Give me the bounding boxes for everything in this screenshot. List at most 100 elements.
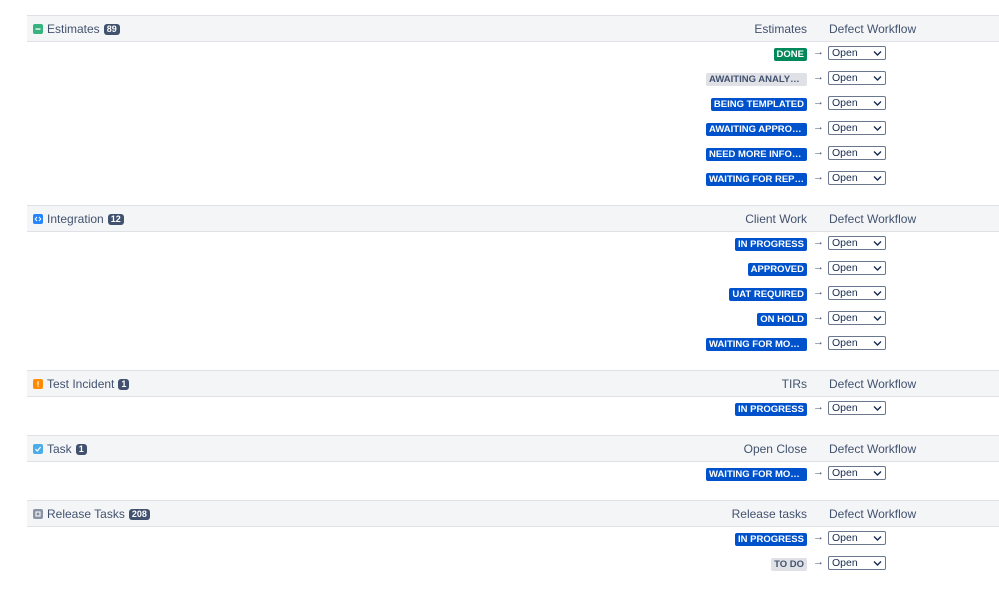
arrow-right-icon: → [813,71,824,83]
arrow-right-icon: → [813,401,824,413]
source-status-lozenge: WAITING FOR MORE C... [706,337,807,351]
target-status-select[interactable]: Open [828,261,886,275]
status-mapping-rows: IN PROGRESS → Open [27,397,999,422]
target-status-value: Open [832,97,858,109]
target-status-select[interactable]: Open [828,466,886,480]
source-status-lozenge: AWAITING ANALYSIS [706,72,807,86]
target-status-select[interactable]: Open [828,401,886,415]
issue-type-name: Estimates [47,22,100,36]
source-status-lozenge: IN PROGRESS [735,532,807,546]
issue-type-group: Test Incident 1 TIRs Defect Workflow IN … [27,370,999,435]
target-status-value: Open [832,467,858,479]
arrow-right-icon: → [813,531,824,543]
group-header: Estimates 89 Estimates Defect Workflow [27,15,999,42]
target-status-value: Open [832,532,858,544]
source-workflow-label: Client Work [745,212,807,226]
source-status-lozenge: APPROVED [747,262,807,276]
target-status-value: Open [832,237,858,249]
source-workflow-label: Open Close [743,442,807,456]
target-status-value: Open [832,402,858,414]
arrow-right-icon: → [813,556,824,568]
status-mapping-row: TO DO → Open [27,552,999,577]
issue-type-group: Task 1 Open Close Defect Workflow WAITIN… [27,435,999,500]
arrow-right-icon: → [813,171,824,183]
status-mapping-row: IN PROGRESS → Open [27,232,999,257]
subtract-square-icon [33,24,43,34]
target-status-value: Open [832,47,858,59]
issue-type-name: Test Incident [47,377,115,391]
issue-type-name: Integration [47,212,104,226]
target-status-value: Open [832,122,858,134]
arrow-right-icon: → [813,146,824,158]
target-status-select[interactable]: Open [828,171,886,185]
target-status-select[interactable]: Open [828,96,886,110]
source-status-lozenge: NEED MORE INFORM... [706,147,807,161]
target-status-select[interactable]: Open [828,556,886,570]
source-status-lozenge: UAT REQUIRED [729,287,807,301]
status-mapping-row: IN PROGRESS → Open [27,527,999,552]
target-status-value: Open [832,72,858,84]
target-status-value: Open [832,172,858,184]
target-status-select[interactable]: Open [828,46,886,60]
status-mapping-row: ON HOLD → Open [27,307,999,332]
issue-count-badge: 1 [118,378,130,390]
arrow-right-icon: → [813,46,824,58]
arrow-right-icon: → [813,336,824,348]
target-workflow-label: Defect Workflow [829,507,917,521]
arrow-right-icon: → [813,286,824,298]
issue-type-name: Release Tasks [47,507,125,521]
issue-type-group: Release Tasks 208 Release tasks Defect W… [27,500,999,590]
target-workflow-label: Defect Workflow [829,442,917,456]
status-mapping-rows: IN PROGRESS → Open APPROVED → Open UAT R… [27,232,999,357]
target-status-value: Open [832,287,858,299]
target-status-value: Open [832,557,858,569]
target-status-select[interactable]: Open [828,531,886,545]
issue-count-badge: 89 [103,23,120,35]
target-workflow-label: Defect Workflow [829,22,917,36]
group-header: Release Tasks 208 Release tasks Defect W… [27,500,999,527]
target-workflow-label: Defect Workflow [829,377,917,391]
source-status-lozenge: AWAITING APPROVAL [706,122,807,136]
arrow-right-icon: → [813,261,824,273]
arrow-right-icon: → [813,311,824,323]
target-status-select[interactable]: Open [828,121,886,135]
status-mapping-rows: IN PROGRESS → Open TO DO → Open [27,527,999,577]
status-mapping-row: UAT REQUIRED → Open [27,282,999,307]
target-workflow-label: Defect Workflow [829,212,917,226]
arrow-right-icon: → [813,121,824,133]
issue-count-badge: 12 [107,213,124,225]
target-status-value: Open [832,147,858,159]
issue-count-badge: 1 [75,443,87,455]
issue-type-group: Estimates 89 Estimates Defect Workflow D… [27,15,999,205]
target-status-select[interactable]: Open [828,146,886,160]
status-mapping-rows: WAITING FOR MORE C... → Open [27,462,999,487]
target-status-select[interactable]: Open [828,71,886,85]
target-status-value: Open [832,262,858,274]
target-status-value: Open [832,337,858,349]
status-mapping-row: WAITING FOR MORE C... → Open [27,462,999,487]
status-mapping-rows: DONE → Open AWAITING ANALYSIS → Open BEI… [27,42,999,192]
status-mapping-row: AWAITING ANALYSIS → Open [27,67,999,92]
arrow-right-icon: → [813,466,824,478]
code-icon [33,214,43,224]
issue-type-name: Task [47,442,72,456]
source-workflow-label: TIRs [781,377,807,391]
target-status-select[interactable]: Open [828,336,886,350]
target-status-select[interactable]: Open [828,236,886,250]
issue-count-badge: 208 [128,508,150,520]
source-status-lozenge: TO DO [771,557,807,571]
group-header: Integration 12 Client Work Defect Workfl… [27,205,999,232]
arrow-right-icon: → [813,236,824,248]
source-status-lozenge: BEING TEMPLATED [710,97,807,111]
group-header: Test Incident 1 TIRs Defect Workflow [27,370,999,397]
target-status-select[interactable]: Open [828,311,886,325]
arrow-right-icon: → [813,96,824,108]
status-mapping-row: NEED MORE INFORM... → Open [27,142,999,167]
source-workflow-label: Estimates [754,22,807,36]
status-mapping-row: APPROVED → Open [27,257,999,282]
target-status-select[interactable]: Open [828,286,886,300]
status-mapping-row: AWAITING APPROVAL → Open [27,117,999,142]
release-icon [33,509,43,519]
source-status-lozenge: DONE [773,47,807,61]
group-header: Task 1 Open Close Defect Workflow [27,435,999,462]
